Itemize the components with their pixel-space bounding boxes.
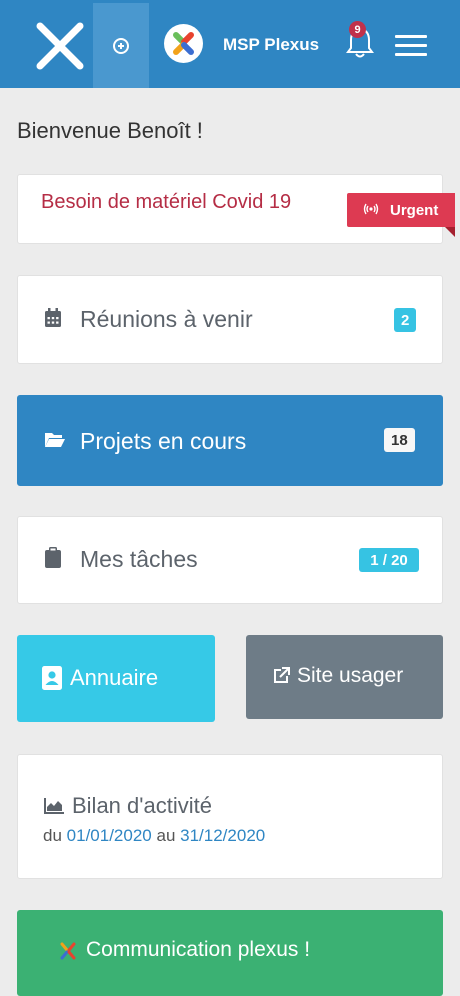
app-logo[interactable] [30,18,92,74]
plexus-logo-icon [58,940,78,967]
communication-button[interactable]: Communication plexus ! [17,910,443,996]
projects-card[interactable]: Projets en cours 18 [17,395,443,486]
org-avatar[interactable] [164,24,203,63]
plus-circle-icon [113,37,129,54]
hamburger-menu-icon[interactable] [395,35,427,57]
area-chart-icon [43,797,65,820]
add-button[interactable] [93,3,149,88]
projects-label: Projets en cours [80,428,247,454]
meetings-count-badge: 2 [394,308,417,332]
clipboard-icon [44,547,62,574]
activity-title: Bilan d'activité [72,793,212,818]
date-to-word: au [156,826,176,845]
urgent-badge: Urgent [347,193,455,227]
urgent-label: Urgent [390,201,439,219]
tasks-count-badge: 1 / 20 [359,548,419,572]
date-from-word: du [43,826,62,845]
broadcast-icon [363,202,379,219]
alert-text: Besoin de matériel Covid 19 [41,191,292,213]
activity-date-range: du 01/01/2020 au 31/12/2020 [43,826,265,846]
external-link-icon [273,667,290,689]
user-site-label: Site usager [297,664,404,687]
top-bar: MSP Plexus 9 [0,0,460,88]
user-site-button[interactable]: Site usager [246,635,443,719]
projects-count-badge: 18 [384,428,415,452]
tasks-label: Mes tâches [80,546,198,572]
date-from[interactable]: 01/01/2020 [67,826,152,845]
activity-card[interactable]: Bilan d'activité du 01/01/2020 au 31/12/… [17,754,443,879]
meetings-label: Réunions à venir [80,306,253,332]
tasks-card[interactable]: Mes tâches 1 / 20 [17,516,443,604]
calendar-icon [44,308,62,333]
date-to[interactable]: 31/12/2020 [180,826,265,845]
notification-badge: 9 [349,21,366,38]
meetings-card[interactable]: Réunions à venir 2 [17,275,443,364]
directory-label: Annuaire [70,665,159,690]
org-name[interactable]: MSP Plexus [223,35,319,55]
welcome-heading: Bienvenue Benoît ! [17,118,203,143]
address-book-icon [41,665,63,696]
urgent-ribbon-fold [445,227,455,237]
communication-label: Communication plexus ! [86,938,311,961]
directory-button[interactable]: Annuaire [17,635,215,722]
folder-open-icon [44,431,66,454]
